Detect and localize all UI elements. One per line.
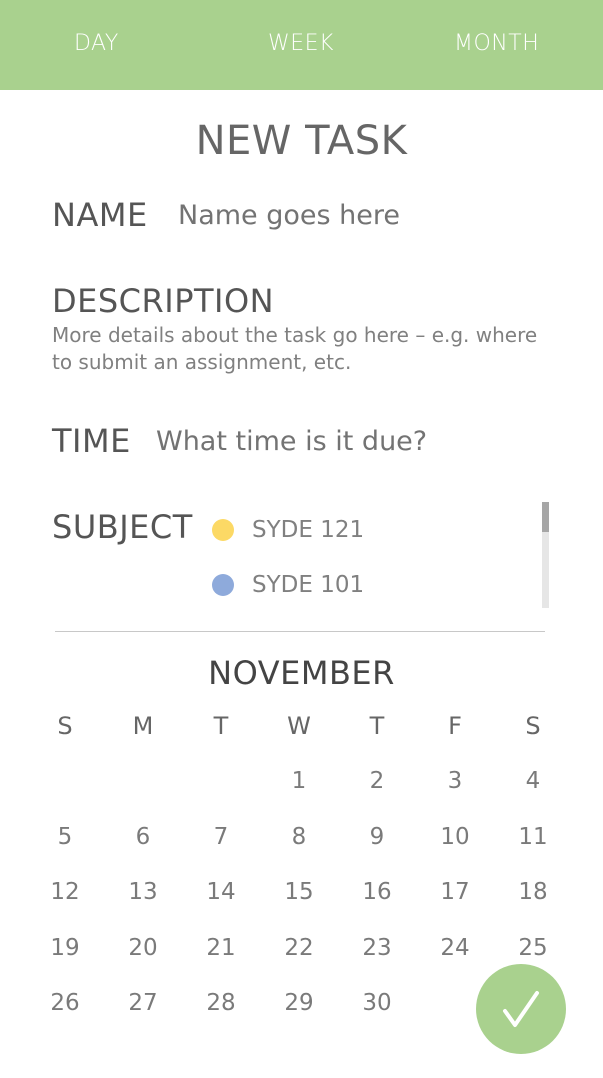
subject-option-label: SYDE 121 bbox=[252, 517, 365, 543]
divider bbox=[55, 631, 545, 632]
view-tabs-bar: DAY WEEK MONTH bbox=[0, 0, 603, 90]
calendar-day[interactable]: 1 bbox=[260, 768, 338, 794]
calendar-day[interactable]: 19 bbox=[26, 935, 104, 961]
time-label: TIME bbox=[52, 422, 131, 460]
calendar-day[interactable]: 6 bbox=[104, 824, 182, 850]
tab-day[interactable]: DAY bbox=[74, 31, 119, 56]
calendar-day[interactable]: 27 bbox=[104, 990, 182, 1016]
calendar-day[interactable]: 26 bbox=[26, 990, 104, 1016]
calendar-day[interactable]: 15 bbox=[260, 879, 338, 905]
subject-color-dot bbox=[212, 574, 234, 596]
subject-scrollbar-thumb[interactable] bbox=[542, 502, 549, 532]
calendar-day[interactable]: 16 bbox=[338, 879, 416, 905]
calendar-day[interactable]: 7 bbox=[182, 824, 260, 850]
calendar-day[interactable]: 12 bbox=[26, 879, 104, 905]
calendar-day[interactable]: 13 bbox=[104, 879, 182, 905]
calendar-day[interactable]: 21 bbox=[182, 935, 260, 961]
calendar-day[interactable]: 17 bbox=[416, 879, 494, 905]
calendar-day[interactable]: 30 bbox=[338, 990, 416, 1016]
calendar-day[interactable]: 5 bbox=[26, 824, 104, 850]
weekday-header: W bbox=[287, 712, 311, 740]
time-input[interactable] bbox=[156, 426, 556, 457]
calendar-day[interactable]: 22 bbox=[260, 935, 338, 961]
calendar-day[interactable]: 10 bbox=[416, 824, 494, 850]
calendar-day[interactable]: 3 bbox=[416, 768, 494, 794]
tab-week[interactable]: WEEK bbox=[268, 31, 334, 56]
calendar-day[interactable]: 4 bbox=[494, 768, 572, 794]
calendar-day[interactable]: 18 bbox=[494, 879, 572, 905]
name-label: NAME bbox=[52, 196, 148, 234]
calendar-day[interactable]: 11 bbox=[494, 824, 572, 850]
calendar-day[interactable]: 8 bbox=[260, 824, 338, 850]
weekday-header: S bbox=[525, 712, 541, 740]
subject-option[interactable]: SYDE 121 bbox=[212, 515, 364, 545]
calendar-day[interactable]: 28 bbox=[182, 990, 260, 1016]
subject-option-label: SYDE 101 bbox=[252, 572, 365, 598]
subject-label: SUBJECT bbox=[52, 508, 193, 546]
weekday-header: T bbox=[369, 712, 385, 740]
weekday-header: M bbox=[132, 712, 154, 740]
calendar-day[interactable]: 9 bbox=[338, 824, 416, 850]
checkmark-icon bbox=[503, 991, 539, 1027]
description-input[interactable]: More details about the task go here – e.… bbox=[52, 322, 562, 376]
calendar-day[interactable]: 20 bbox=[104, 935, 182, 961]
calendar-day[interactable]: 23 bbox=[338, 935, 416, 961]
subject-color-dot bbox=[212, 519, 234, 541]
subject-option[interactable]: SYDE 101 bbox=[212, 570, 364, 600]
calendar-day[interactable]: 14 bbox=[182, 879, 260, 905]
confirm-button[interactable] bbox=[476, 964, 566, 1054]
calendar-day[interactable]: 29 bbox=[260, 990, 338, 1016]
calendar-day[interactable]: 24 bbox=[416, 935, 494, 961]
weekday-header: T bbox=[213, 712, 229, 740]
calendar-day[interactable]: 25 bbox=[494, 935, 572, 961]
description-label: DESCRIPTION bbox=[52, 282, 275, 320]
tab-month[interactable]: MONTH bbox=[454, 31, 539, 56]
calendar-day[interactable]: 2 bbox=[338, 768, 416, 794]
calendar-month-title: NOVEMBER bbox=[208, 654, 395, 692]
name-input[interactable] bbox=[178, 200, 558, 231]
page-title: NEW TASK bbox=[195, 118, 408, 164]
weekday-header: F bbox=[448, 712, 462, 740]
weekday-header: S bbox=[57, 712, 73, 740]
